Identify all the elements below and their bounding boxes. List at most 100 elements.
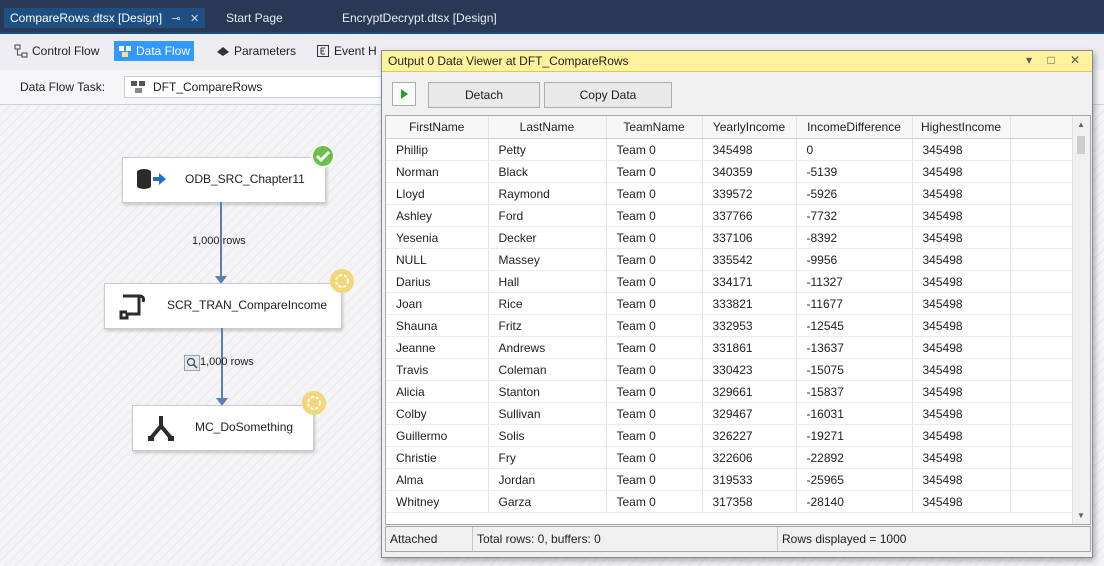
table-cell[interactable]: 345498 xyxy=(912,446,1011,469)
table-cell[interactable]: 345498 xyxy=(912,490,1011,513)
table-cell[interactable]: -15837 xyxy=(796,380,913,403)
table-cell[interactable]: Black xyxy=(488,160,607,183)
column-header-teamname[interactable]: TeamName xyxy=(606,116,703,139)
table-cell[interactable]: 345498 xyxy=(912,402,1011,425)
table-cell[interactable]: Guillermo xyxy=(386,424,489,447)
table-cell[interactable]: -5926 xyxy=(796,182,913,205)
table-cell[interactable]: 345498 xyxy=(912,336,1011,359)
data-grid[interactable]: FirstName LastName TeamName YearlyIncome… xyxy=(385,115,1091,525)
column-header-yearlyincome[interactable]: YearlyIncome xyxy=(702,116,797,139)
table-cell[interactable]: -7732 xyxy=(796,204,913,227)
table-cell[interactable]: Phillip xyxy=(386,138,489,161)
table-cell[interactable]: 319533 xyxy=(702,468,797,491)
component-scr-tran[interactable]: SCR_TRAN_CompareIncome xyxy=(104,283,342,329)
table-cell[interactable]: 340359 xyxy=(702,160,797,183)
column-header-highestincome[interactable]: HighestIncome xyxy=(912,116,1011,139)
data-flow-task-select[interactable]: DFT_CompareRows xyxy=(124,76,386,98)
table-cell[interactable]: 317358 xyxy=(702,490,797,513)
table-row[interactable]: Ashley Ford Team 0 337766 -7732 345498 xyxy=(386,204,1073,227)
table-cell[interactable]: 329661 xyxy=(702,380,797,403)
table-cell[interactable]: Yesenia xyxy=(386,226,489,249)
table-cell[interactable]: -8392 xyxy=(796,226,913,249)
table-cell[interactable]: 334171 xyxy=(702,270,797,293)
table-cell[interactable]: Lloyd xyxy=(386,182,489,205)
table-cell[interactable]: Jordan xyxy=(488,468,607,491)
table-cell[interactable]: 345498 xyxy=(702,138,797,161)
table-cell[interactable]: 330423 xyxy=(702,358,797,381)
table-cell[interactable]: 345498 xyxy=(912,182,1011,205)
table-cell[interactable]: Team 0 xyxy=(606,490,703,513)
table-cell[interactable]: Shauna xyxy=(386,314,489,337)
table-cell[interactable]: 345498 xyxy=(912,380,1011,403)
table-cell[interactable]: Team 0 xyxy=(606,336,703,359)
data-viewer-icon[interactable] xyxy=(184,355,200,371)
table-cell[interactable]: Joan xyxy=(386,292,489,315)
vertical-scrollbar[interactable]: ▲ ▼ xyxy=(1072,116,1090,524)
table-cell[interactable]: Andrews xyxy=(488,336,607,359)
table-cell[interactable]: 335542 xyxy=(702,248,797,271)
table-row[interactable]: Alma Jordan Team 0 319533 -25965 345498 xyxy=(386,468,1073,491)
close-icon[interactable]: ✕ xyxy=(190,13,199,25)
table-cell[interactable]: Team 0 xyxy=(606,160,703,183)
scroll-down-icon[interactable]: ▼ xyxy=(1077,511,1085,520)
table-cell[interactable]: 331861 xyxy=(702,336,797,359)
table-row[interactable]: Jeanne Andrews Team 0 331861 -13637 345498 xyxy=(386,336,1073,359)
table-cell[interactable]: Ashley xyxy=(386,204,489,227)
table-row[interactable]: Phillip Petty Team 0 345498 0 345498 xyxy=(386,138,1073,161)
table-cell[interactable]: Team 0 xyxy=(606,314,703,337)
table-cell[interactable]: Fry xyxy=(488,446,607,469)
table-row[interactable]: Lloyd Raymond Team 0 339572 -5926 345498 xyxy=(386,182,1073,205)
table-cell[interactable]: -12545 xyxy=(796,314,913,337)
table-cell[interactable]: -28140 xyxy=(796,490,913,513)
data-viewer-title-bar[interactable]: Output 0 Data Viewer at DFT_CompareRows … xyxy=(382,51,1092,72)
table-cell[interactable]: 332953 xyxy=(702,314,797,337)
component-mc-dosomething[interactable]: MC_DoSomething xyxy=(132,405,314,451)
column-header-lastname[interactable]: LastName xyxy=(488,116,607,139)
tab-parameters[interactable]: Parameters xyxy=(212,41,300,61)
table-cell[interactable]: Travis xyxy=(386,358,489,381)
table-cell[interactable]: 345498 xyxy=(912,358,1011,381)
table-cell[interactable]: Hall xyxy=(488,270,607,293)
table-row[interactable]: Christie Fry Team 0 322606 -22892 345498 xyxy=(386,446,1073,469)
table-row[interactable]: NULL Massey Team 0 335542 -9956 345498 xyxy=(386,248,1073,271)
window-buttons[interactable]: ▾ □ ✕ xyxy=(1026,53,1086,67)
table-cell[interactable]: Alma xyxy=(386,468,489,491)
table-row[interactable]: Travis Coleman Team 0 330423 -15075 345498 xyxy=(386,358,1073,381)
table-cell[interactable]: Team 0 xyxy=(606,138,703,161)
table-cell[interactable]: Coleman xyxy=(488,358,607,381)
column-header-firstname[interactable]: FirstName xyxy=(386,116,489,139)
table-cell[interactable]: Ford xyxy=(488,204,607,227)
table-cell[interactable]: -9956 xyxy=(796,248,913,271)
table-cell[interactable]: 337766 xyxy=(702,204,797,227)
table-cell[interactable]: 345498 xyxy=(912,292,1011,315)
table-cell[interactable]: 326227 xyxy=(702,424,797,447)
table-cell[interactable]: Solis xyxy=(488,424,607,447)
table-cell[interactable]: 345498 xyxy=(912,248,1011,271)
table-cell[interactable]: Team 0 xyxy=(606,182,703,205)
table-cell[interactable]: Stanton xyxy=(488,380,607,403)
table-cell[interactable]: 345498 xyxy=(912,314,1011,337)
table-cell[interactable]: -11327 xyxy=(796,270,913,293)
scroll-up-icon[interactable]: ▲ xyxy=(1077,120,1085,129)
table-cell[interactable]: Norman xyxy=(386,160,489,183)
table-cell[interactable]: 345498 xyxy=(912,468,1011,491)
table-cell[interactable]: 345498 xyxy=(912,160,1011,183)
table-cell[interactable]: Darius xyxy=(386,270,489,293)
table-row[interactable]: Joan Rice Team 0 333821 -11677 345498 xyxy=(386,292,1073,315)
table-row[interactable]: Colby Sullivan Team 0 329467 -16031 345498 xyxy=(386,402,1073,425)
table-cell[interactable]: Team 0 xyxy=(606,358,703,381)
tab-encrypt-decrypt[interactable]: EncryptDecrypt.dtsx [Design] xyxy=(336,8,503,28)
table-cell[interactable]: 345498 xyxy=(912,138,1011,161)
table-cell[interactable]: 345498 xyxy=(912,424,1011,447)
pin-icon[interactable]: ⊸ xyxy=(171,13,180,25)
table-cell[interactable]: Team 0 xyxy=(606,248,703,271)
detach-button[interactable]: Detach xyxy=(428,82,540,108)
table-row[interactable]: Alicia Stanton Team 0 329661 -15837 345498 xyxy=(386,380,1073,403)
table-cell[interactable]: Sullivan xyxy=(488,402,607,425)
table-cell[interactable]: -5139 xyxy=(796,160,913,183)
table-cell[interactable]: Team 0 xyxy=(606,424,703,447)
table-cell[interactable]: 322606 xyxy=(702,446,797,469)
table-row[interactable]: Whitney Garza Team 0 317358 -28140 345498 xyxy=(386,490,1073,513)
component-odb-src[interactable]: ODB_SRC_Chapter11 xyxy=(122,157,326,203)
table-cell[interactable]: -15075 xyxy=(796,358,913,381)
